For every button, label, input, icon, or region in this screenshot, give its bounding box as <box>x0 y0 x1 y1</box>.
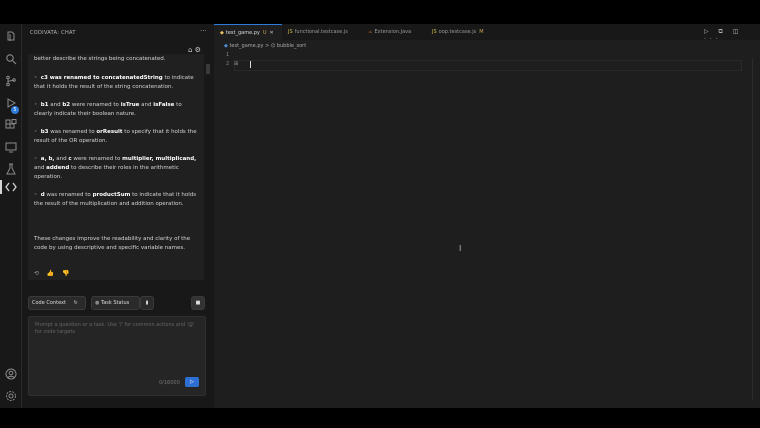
symbol-icon: ⌬ <box>270 43 276 49</box>
task-status-label: Task Status <box>100 300 130 306</box>
source-control-icon[interactable] <box>4 75 17 88</box>
chat-text: and <box>54 156 69 162</box>
activity-bar: 5 <box>0 24 22 408</box>
chat-bold: isTrue <box>120 102 140 108</box>
chat-list-item: ◦ b3 was renamed to orResult to specify … <box>34 129 197 144</box>
chat-text: were renamed to <box>70 102 121 108</box>
editor-area: ◆ test_game.py U ✕ JS functional.testcase.js… <box>214 24 760 408</box>
js-file-icon: JS <box>432 29 437 35</box>
tab-extension-java[interactable]: ☕ Extension.Java <box>362 24 411 40</box>
breadcrumb: ◆ test_game.py > ⌬ bubble_sort <box>224 43 306 49</box>
python-file-icon: ◆ <box>224 43 228 49</box>
account-icon[interactable] <box>4 368 17 381</box>
codivata-chat-icon[interactable] <box>4 181 17 194</box>
tab-label: test_game.py <box>225 30 260 36</box>
prompt-placeholder: Prompt a question or a task. Use '/' for… <box>35 322 195 335</box>
task-status-button[interactable]: ● Task Status <box>91 296 140 310</box>
mouse-ibeam-icon: I <box>459 244 462 253</box>
context-toolbar: Code Context ↻ ● Task Status ▮ ■ <box>28 294 205 312</box>
close-icon[interactable]: ✕ <box>270 30 274 36</box>
chat-text: was renamed to <box>44 192 93 198</box>
prompt-input[interactable]: Prompt a question or a task. Use '/' for… <box>28 316 206 396</box>
tab-functional-testcase[interactable]: JS functional.testcase.js <box>282 24 348 40</box>
sidebar-header-icons[interactable]: ⌂ ⚙ <box>188 46 201 54</box>
chat-list-item: ◦ a, b, and c were renamed to multiplier… <box>34 156 197 180</box>
chat-bold: isFalse <box>153 102 175 108</box>
chat-list-item: ◦ d was renamed to productSum to indicat… <box>34 192 197 207</box>
chat-bold: a, b, <box>40 156 55 162</box>
tab-label: oop.testcase.js <box>438 29 477 35</box>
breadcrumb-separator: > <box>265 43 270 49</box>
tab-label: functional.testcase.js <box>294 29 348 35</box>
panel-toggle-icon[interactable]: ▮ <box>140 296 154 310</box>
fold-icon[interactable]: ⊞ <box>234 61 238 67</box>
editor-actions[interactable]: ▷ ⧉ ◫ ··· <box>704 28 760 43</box>
current-line-highlight <box>234 60 742 71</box>
modified-badge: M <box>479 29 484 35</box>
breadcrumb-symbol[interactable]: bubble_sort <box>277 43 306 49</box>
chat-bold: b3 <box>40 129 49 135</box>
chat-bold: concatenatedString <box>101 75 163 81</box>
active-indicator <box>0 180 2 194</box>
code-context-label: Code Context <box>32 300 66 306</box>
modified-badge: U <box>262 30 267 36</box>
code-context-button[interactable]: Code Context ↻ <box>28 296 86 310</box>
chat-bold: orResult <box>96 129 123 135</box>
chat-bold: b1 <box>40 102 49 108</box>
tab-oop-testcase[interactable]: JS oop.testcase.js M <box>426 24 484 40</box>
feedback-icons[interactable]: ⟲ 👍 👎 <box>34 270 73 277</box>
settings-gear-icon[interactable] <box>4 390 17 403</box>
char-counter: 0/16000 <box>159 380 180 386</box>
chat-scrollbar[interactable] <box>206 64 210 74</box>
extensions-icon[interactable] <box>4 119 17 132</box>
sidebar-title: CODIVATA: CHAT <box>30 30 76 36</box>
chat-text: and <box>34 165 47 171</box>
chat-sidebar: CODIVATA: CHAT ··· ⌂ ⚙ better describe t… <box>22 24 211 408</box>
remote-explorer-icon[interactable] <box>4 141 17 154</box>
chat-list-item: ◦ b1 and b2 were renamed to isTrue and i… <box>34 102 182 117</box>
new-chat-icon[interactable]: ■ <box>191 296 205 310</box>
app-window: 5 CODIVATA: CHAT ··· ⌂ ⚙ better describe… <box>0 24 760 408</box>
java-file-icon: ☕ <box>368 29 373 35</box>
refresh-icon[interactable]: ↻ <box>74 300 78 306</box>
chat-text: and <box>48 102 63 108</box>
minimap-divider <box>752 58 753 400</box>
chat-text: was renamed to <box>48 129 97 135</box>
chat-text: were renamed to <box>71 156 123 162</box>
line-number: 2 <box>226 61 230 67</box>
editor-tabs: ◆ test_game.py U ✕ JS functional.testcase.js… <box>214 24 760 43</box>
explorer-icon[interactable] <box>4 31 17 44</box>
run-debug-icon[interactable] <box>4 97 17 110</box>
send-button[interactable]: ▷ <box>185 377 199 387</box>
line-number: 1 <box>226 52 230 58</box>
chat-bold: multiplier, multiplicand, <box>122 156 197 162</box>
search-icon[interactable] <box>4 53 17 66</box>
chat-response: better describe the strings being concat… <box>28 54 204 280</box>
status-dot-icon: ● <box>95 300 100 306</box>
testing-icon[interactable] <box>4 163 17 176</box>
tab-label: Extension.Java <box>374 29 412 35</box>
breadcrumb-file[interactable]: test_game.py <box>229 43 263 49</box>
chat-bold: b2 <box>62 102 71 108</box>
chat-summary: These changes improve the readability an… <box>34 236 191 251</box>
python-file-icon: ◆ <box>220 30 224 36</box>
chat-text: and <box>139 102 154 108</box>
chat-list-item: ◦ c3 was renamed to concatenatedString t… <box>34 75 194 90</box>
chat-line: better describe the strings being concat… <box>34 56 166 62</box>
js-file-icon: JS <box>288 29 293 35</box>
chat-bold: productSum <box>92 192 131 198</box>
chat-text: c3 was renamed to <box>40 75 102 81</box>
sidebar-more-icon[interactable]: ··· <box>200 27 207 35</box>
text-cursor <box>250 61 251 68</box>
tab-test-game[interactable]: ◆ test_game.py U ✕ <box>214 24 282 40</box>
chat-bold: addend <box>46 165 70 171</box>
